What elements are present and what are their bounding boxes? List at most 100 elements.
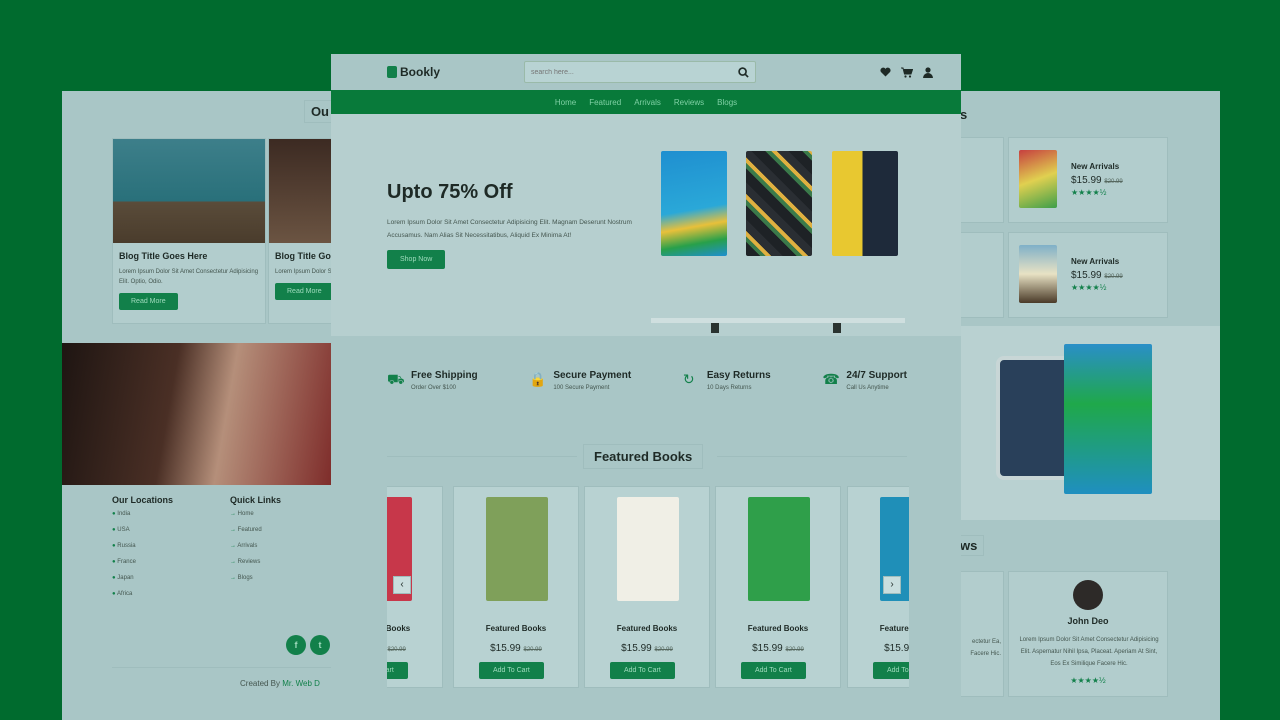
- location-item[interactable]: ● India: [112, 511, 222, 517]
- book-name: Featured Books: [879, 624, 909, 633]
- book-price: $15.99 $20.99: [490, 643, 542, 654]
- add-to-cart-button[interactable]: Add To Cart: [873, 662, 909, 679]
- heart-icon[interactable]: [880, 67, 891, 77]
- book-cover[interactable]: [748, 497, 810, 601]
- feature-subtitle: Call Us Anytime: [846, 385, 889, 391]
- credit-link[interactable]: Mr. Web D: [282, 679, 320, 688]
- read-more-button[interactable]: Read More: [275, 283, 332, 300]
- arrival-card: New Arrivals $15.99 $20.99 ★★★★½: [1008, 232, 1168, 318]
- reviews-title: ws: [960, 535, 985, 556]
- book-shelf: [651, 318, 905, 323]
- review-text-partial: ectetur Ea, Facere Hic.: [970, 639, 1001, 657]
- location-item[interactable]: ● Japan: [112, 575, 222, 581]
- blog-title: Blog Title Go: [275, 251, 331, 261]
- arrival-old-price: $20.99: [1104, 274, 1123, 280]
- hero-title: Upto 75% Off: [387, 181, 513, 203]
- section-title: Ou: [303, 99, 332, 123]
- add-to-cart-button[interactable]: Add To Cart: [387, 662, 408, 679]
- quick-link[interactable]: → Home: [230, 511, 330, 517]
- hero-section: Upto 75% Off Lorem Ipsum Dolor Sit Amet …: [331, 114, 961, 336]
- lock-icon: 🔒: [529, 371, 547, 387]
- location-item[interactable]: ● Russia: [112, 543, 222, 549]
- arrow-right-icon: →: [230, 543, 236, 549]
- deal-banner: [960, 326, 1220, 520]
- arrival-name: New Arrivals: [1071, 162, 1120, 171]
- add-to-cart-button[interactable]: Add To Cart: [479, 662, 544, 679]
- nav-arrivals[interactable]: Arrivals: [634, 98, 661, 107]
- blog-image: [113, 139, 265, 243]
- hero-book-cover: [832, 151, 898, 256]
- map-marker-icon: ●: [112, 543, 116, 549]
- quick-link[interactable]: → Blogs: [230, 575, 330, 581]
- book-price: $15.99 $20.99: [387, 643, 442, 654]
- search-icon[interactable]: [738, 66, 749, 78]
- nav-featured[interactable]: Featured: [589, 98, 621, 107]
- quick-link[interactable]: → Reviews: [230, 559, 330, 565]
- feature-subtitle: 10 Days Returns: [706, 385, 752, 391]
- shop-now-button[interactable]: Shop Now: [387, 250, 446, 269]
- header-icons: [880, 66, 933, 78]
- links-title: Quick Links: [230, 495, 282, 505]
- featured-title: Featured Books: [583, 444, 704, 469]
- section-title: s: [960, 107, 968, 122]
- avatar: [1073, 580, 1103, 610]
- book-cover[interactable]: [486, 497, 548, 601]
- logo[interactable]: Bookly: [387, 65, 440, 79]
- arrival-price: $15.99: [1071, 270, 1102, 281]
- location-item[interactable]: ● USA: [112, 527, 222, 533]
- location-item[interactable]: ● France: [112, 559, 222, 565]
- arrival-card-partial: [960, 232, 1004, 318]
- next-arrow[interactable]: ›: [883, 576, 901, 594]
- blog-image: [269, 139, 332, 243]
- book-card: Featured Books $15.99 $20.99 Add To Cart: [715, 486, 841, 688]
- feature-subtitle: 100 Secure Payment: [553, 385, 610, 391]
- left-page-preview: Ou Blog Title Goes Here Lorem Ipsum Dolo…: [62, 91, 332, 720]
- read-more-button[interactable]: Read More: [119, 293, 178, 310]
- user-icon[interactable]: [923, 66, 933, 78]
- cart-icon[interactable]: [901, 67, 913, 78]
- header: Bookly: [331, 54, 961, 90]
- arrival-old-price: $20.99: [1104, 179, 1123, 185]
- nav-blogs[interactable]: Blogs: [717, 98, 737, 107]
- book-price: $15.99 $20.99: [621, 643, 673, 654]
- map-marker-icon: ●: [112, 511, 116, 517]
- blog-title: Blog Title Goes Here: [119, 251, 208, 261]
- nav-reviews[interactable]: Reviews: [674, 98, 704, 107]
- facebook-icon[interactable]: f: [286, 635, 306, 655]
- blog-card: Blog Title Go Lorem Ipsum Dolor Sit Amet…: [268, 138, 332, 324]
- newsletter-image: [62, 343, 332, 485]
- footer-credit: Created By Mr. Web D: [240, 679, 320, 688]
- quick-link[interactable]: → Featured: [230, 527, 330, 533]
- footer-links: Quick Links → Home → Featured → Arrivals → …: [230, 495, 330, 591]
- feature-item: ↻ Easy Returns 10 Days Returns: [683, 370, 771, 391]
- quick-link[interactable]: → Arrivals: [230, 543, 330, 549]
- book-cover[interactable]: [617, 497, 679, 601]
- review-text: Lorem Ipsum Dolor Sit Amet Consectetur A…: [1019, 637, 1159, 667]
- add-to-cart-button[interactable]: Add To Cart: [610, 662, 675, 679]
- feature-title: Easy Returns: [706, 370, 771, 381]
- reviewer-name: John Deo: [1067, 616, 1109, 626]
- review-card: John Deo Lorem Ipsum Dolor Sit Amet Cons…: [1008, 571, 1168, 697]
- feature-item: 🔒 Secure Payment 100 Secure Payment: [529, 370, 631, 391]
- map-marker-icon: ●: [112, 527, 116, 533]
- add-to-cart-button[interactable]: Add To Cart: [741, 662, 806, 679]
- star-rating: ★★★★½: [1071, 283, 1107, 292]
- footer-divider: [112, 667, 332, 668]
- arrival-name: New Arrivals: [1071, 257, 1120, 266]
- blog-text: Lorem Ipsum Dolor Sit Amet Consectetur A…: [119, 269, 259, 285]
- nav-home[interactable]: Home: [555, 98, 576, 107]
- book-price: $15.99 $20.99: [884, 643, 909, 654]
- search-input[interactable]: [531, 68, 739, 76]
- book-cover: [1019, 245, 1057, 303]
- feature-item: ⛟ Free Shipping Order Over $100: [387, 370, 478, 391]
- blog-card: Blog Title Goes Here Lorem Ipsum Dolor S…: [112, 138, 266, 324]
- main-nav: Home Featured Arrivals Reviews Blogs: [331, 90, 961, 114]
- book-icon: [387, 66, 397, 78]
- twitter-icon[interactable]: t: [310, 635, 330, 655]
- location-item[interactable]: ● Africa: [112, 591, 222, 597]
- search-bar: [524, 61, 757, 83]
- book-name: Featured Books: [387, 624, 411, 633]
- prev-arrow[interactable]: ‹: [393, 576, 411, 594]
- arrival-card-partial: [960, 137, 1004, 223]
- map-marker-icon: ●: [112, 591, 116, 597]
